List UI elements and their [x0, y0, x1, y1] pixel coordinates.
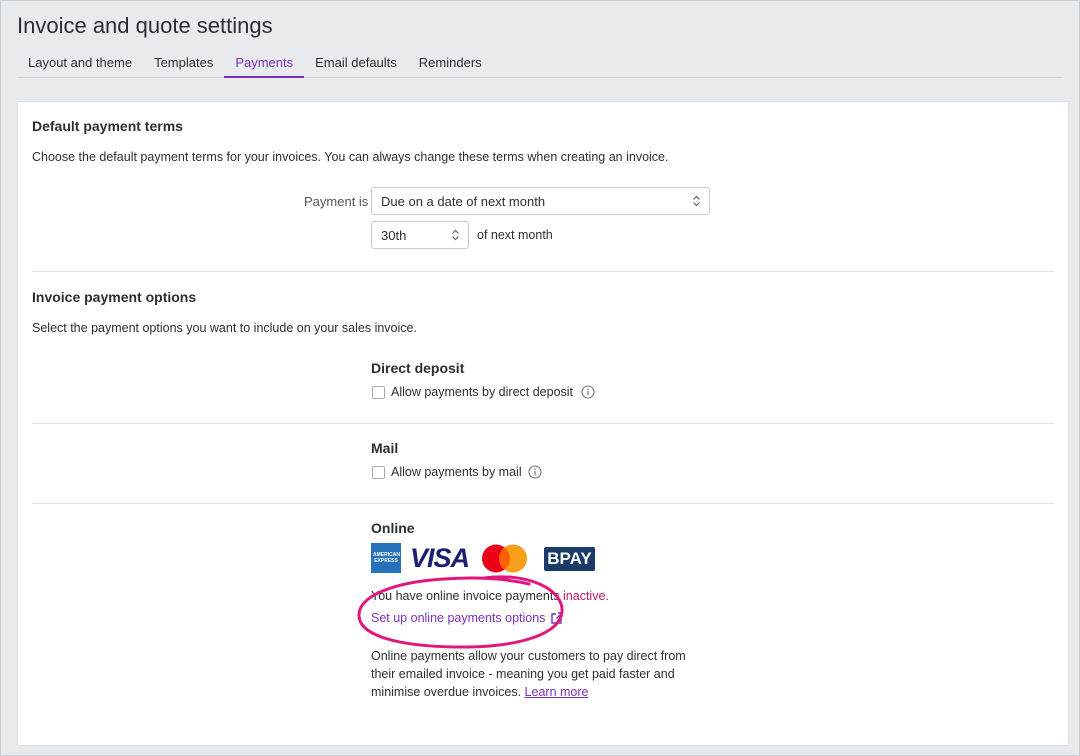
payment-is-label: Payment is: [304, 194, 369, 209]
online-payments-info: Online payments allow your customers to …: [371, 647, 706, 701]
amex-logo: AMERICAN EXPRESS: [371, 543, 401, 573]
mail-checkbox[interactable]: [372, 466, 385, 479]
mail-heading: Mail: [371, 440, 399, 456]
info-icon[interactable]: [528, 465, 542, 479]
highlight-circle: [357, 575, 564, 649]
amex-logo-text: AMERICAN EXPRESS: [373, 552, 400, 564]
direct-deposit-checkbox-label[interactable]: Allow payments by direct deposit: [391, 385, 573, 399]
payment-day-select[interactable]: 30th: [371, 221, 469, 249]
payment-day-suffix: of next month: [477, 228, 553, 242]
direct-deposit-heading: Direct deposit: [371, 360, 465, 376]
bpay-logo-text: BPAY: [547, 549, 592, 568]
settings-tabs: Layout and theme Templates Payments Emai…: [17, 51, 1063, 78]
payment-options-description: Select the payment options you want to i…: [32, 321, 417, 335]
payment-terms-select[interactable]: Due on a date of next month: [371, 187, 710, 215]
tab-email-defaults[interactable]: Email defaults: [304, 51, 408, 78]
select-chevron-icon: [693, 195, 700, 207]
mail-checkbox-label[interactable]: Allow payments by mail: [391, 465, 522, 479]
payment-terms-select-value: Due on a date of next month: [381, 193, 546, 209]
section-divider: [32, 423, 1054, 424]
bpay-logo: BPAY: [544, 547, 595, 571]
tab-templates[interactable]: Templates: [143, 51, 224, 78]
section-divider: [32, 503, 1054, 504]
online-status-inactive: inactive.: [563, 589, 609, 603]
direct-deposit-checkbox[interactable]: [372, 386, 385, 399]
info-icon[interactable]: [581, 385, 595, 399]
page-title: Invoice and quote settings: [17, 13, 273, 38]
select-chevron-icon: [452, 229, 459, 241]
payment-options-title: Invoice payment options: [32, 289, 197, 305]
payment-terms-title: Default payment terms: [32, 118, 183, 134]
tab-payments[interactable]: Payments: [224, 51, 305, 78]
payments-settings-card: Default payment terms Choose the default…: [17, 101, 1069, 746]
section-divider: [32, 271, 1054, 272]
payment-terms-description: Choose the default payment terms for you…: [32, 150, 669, 164]
tab-layout-and-theme[interactable]: Layout and theme: [17, 51, 143, 78]
tab-reminders[interactable]: Reminders: [408, 51, 493, 78]
learn-more-link[interactable]: Learn more: [525, 685, 589, 699]
payment-day-select-value: 30th: [381, 227, 407, 243]
online-heading: Online: [371, 520, 415, 536]
